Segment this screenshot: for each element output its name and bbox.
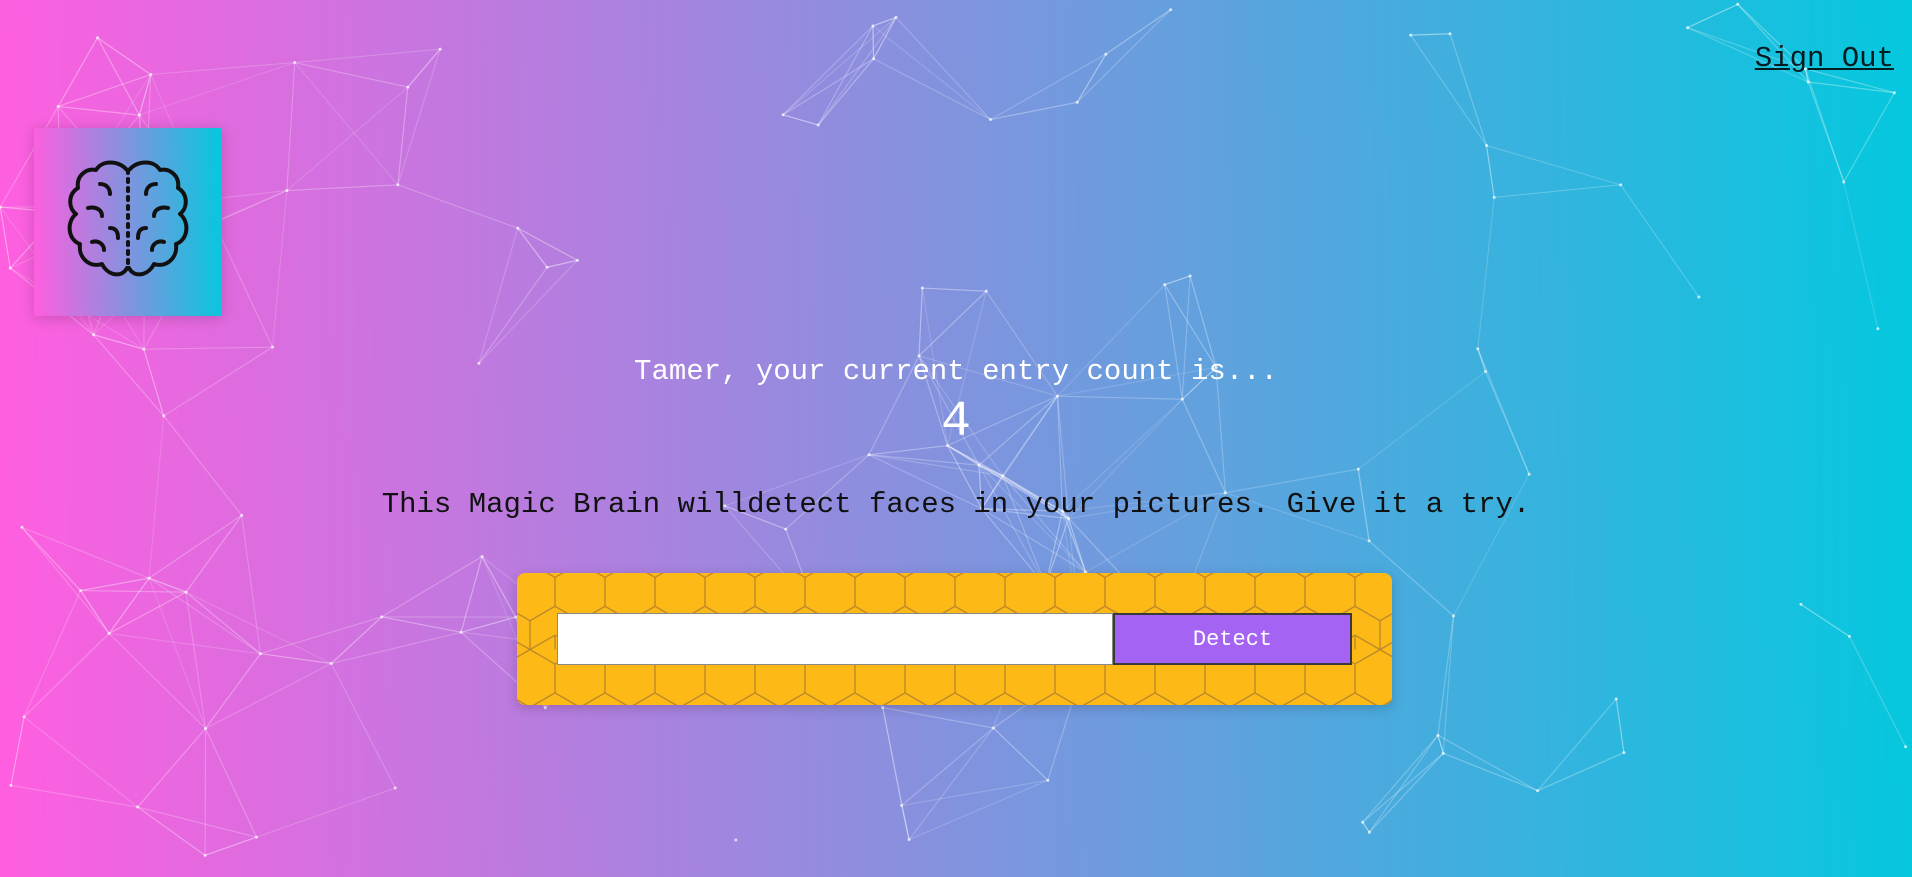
logo <box>34 128 222 316</box>
rank-message: Tamer, your current entry count is... <box>634 355 1278 388</box>
detect-button[interactable]: Detect <box>1113 613 1352 665</box>
image-link-form: Detect <box>517 573 1392 705</box>
sign-out-link[interactable]: Sign Out <box>1755 42 1894 75</box>
image-url-input[interactable] <box>557 613 1113 665</box>
entry-count: 4 <box>940 394 971 451</box>
brain-icon <box>67 160 189 277</box>
tagline: This Magic Brain willdetect faces in you… <box>381 488 1531 521</box>
